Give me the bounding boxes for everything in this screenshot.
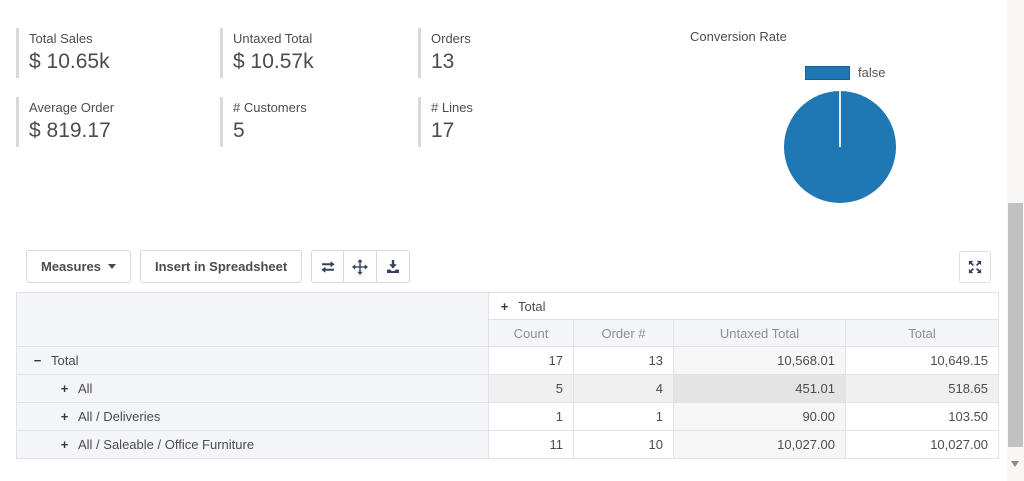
cell-order: 1 (573, 402, 674, 431)
kpi-card-total-sales: Total Sales $ 10.65k (16, 28, 220, 78)
kpi-value: 13 (431, 50, 455, 73)
measure-header-count[interactable]: Count (488, 319, 574, 347)
expand-all-icon (352, 258, 369, 275)
scrollbar-thumb[interactable] (1008, 203, 1023, 447)
table-row: − Total 17 13 10,568.01 10,649.15 (16, 346, 1000, 375)
cell-total: 10,649.15 (844, 346, 1000, 375)
row-label: All / Saleable / Office Furniture (78, 437, 255, 452)
measure-header-untaxed-total[interactable]: Untaxed Total (673, 319, 846, 347)
kpi-label: Untaxed Total (233, 31, 313, 46)
kpi-label: Average Order (29, 100, 115, 115)
insert-button-label: Insert in Spreadsheet (154, 259, 288, 274)
kpi-card-lines: # Lines 17 (418, 97, 608, 147)
kpi-label: Total Sales (29, 31, 93, 46)
kpi-value: $ 819.17 (29, 119, 111, 142)
kpi-card-untaxed-total: Untaxed Total $ 10.57k (220, 28, 418, 78)
pivot-table: + Total Count Order # Untaxed Total Total… (16, 292, 1000, 459)
chart-legend-item[interactable]: false (805, 65, 885, 80)
download-button[interactable] (377, 250, 411, 283)
cell-count: 11 (488, 430, 574, 459)
kpi-label: # Customers (233, 100, 307, 115)
kpi-card-average-order: Average Order $ 819.17 (16, 97, 220, 147)
cell-total: 103.50 (844, 402, 1000, 431)
column-group-total[interactable]: + Total (487, 292, 1000, 320)
legend-label: false (858, 65, 886, 80)
cell-count: 5 (488, 374, 574, 403)
column-group-label: Total (518, 298, 546, 314)
collapse-minus-icon: − (33, 353, 42, 368)
kpi-value: 17 (431, 119, 455, 142)
measures-button[interactable]: Measures (26, 250, 131, 283)
chart-title: Conversion Rate (690, 29, 787, 44)
expand-plus-icon: + (60, 409, 69, 424)
kpi-card-orders: Orders 13 (418, 28, 608, 78)
kpi-label: # Lines (431, 100, 473, 115)
fullscreen-arrows-icon (968, 260, 982, 274)
flip-axis-icon (321, 260, 335, 273)
kpi-value: $ 10.65k (29, 50, 110, 73)
cell-untaxed-total: 90.00 (673, 402, 846, 431)
expand-plus-icon: + (60, 381, 69, 396)
cell-order: 13 (573, 346, 674, 375)
measure-header-order[interactable]: Order # (573, 319, 674, 347)
cell-count: 1 (488, 402, 574, 431)
row-header-all-deliveries[interactable]: + All / Deliveries (16, 402, 489, 431)
fullscreen-button[interactable] (959, 251, 991, 283)
measure-header-total[interactable]: Total (844, 319, 1000, 347)
scrollbar-down-arrow-icon[interactable] (1011, 461, 1019, 467)
chevron-down-icon (107, 264, 116, 269)
download-icon (387, 259, 400, 273)
row-label: All (78, 381, 93, 396)
kpi-card-customers: # Customers 5 (220, 97, 418, 147)
legend-swatch-false (805, 65, 850, 80)
row-header-total[interactable]: − Total (16, 346, 489, 375)
pivot-corner-cell (16, 292, 489, 347)
kpi-grid: Total Sales $ 10.65k Untaxed Total $ 10.… (16, 28, 608, 147)
cell-total: 518.65 (844, 374, 1000, 403)
cell-order: 4 (573, 374, 674, 403)
table-row: + All / Deliveries 1 1 90.00 103.50 (16, 402, 1000, 431)
row-header-all-saleable-office-furniture[interactable]: + All / Saleable / Office Furniture (16, 430, 489, 459)
cell-total: 10,027.00 (844, 430, 1000, 459)
cell-untaxed-total: 451.01 (673, 374, 846, 403)
cell-order: 10 (573, 430, 674, 459)
insert-in-spreadsheet-button[interactable]: Insert in Spreadsheet (139, 250, 303, 283)
flip-axis-button[interactable] (311, 250, 345, 283)
cell-count: 17 (488, 346, 574, 375)
cell-untaxed-total: 10,027.00 (673, 430, 846, 459)
row-label: All / Deliveries (78, 409, 161, 424)
pivot-icon-button-group (311, 250, 411, 283)
pie-chart-conversion-rate[interactable] (784, 91, 896, 203)
measures-button-label: Measures (41, 259, 101, 274)
vertical-scrollbar[interactable] (1007, 0, 1024, 481)
expand-plus-icon: + (60, 437, 69, 452)
table-row: + All / Saleable / Office Furniture 11 10… (16, 430, 1000, 459)
row-header-all[interactable]: + All (16, 374, 489, 403)
pivot-toolbar: Measures Insert in Spreadsheet (26, 250, 411, 283)
table-row: + All 5 4 451.01 518.65 (16, 374, 1000, 403)
cell-untaxed-total: 10,568.01 (673, 346, 846, 375)
row-label: Total (51, 353, 79, 368)
expand-plus-icon: + (500, 298, 509, 314)
pie-slice-divider (839, 91, 841, 147)
expand-all-button[interactable] (344, 250, 378, 283)
kpi-value: 5 (233, 119, 245, 142)
kpi-value: $ 10.57k (233, 50, 314, 73)
kpi-label: Orders (431, 31, 471, 46)
